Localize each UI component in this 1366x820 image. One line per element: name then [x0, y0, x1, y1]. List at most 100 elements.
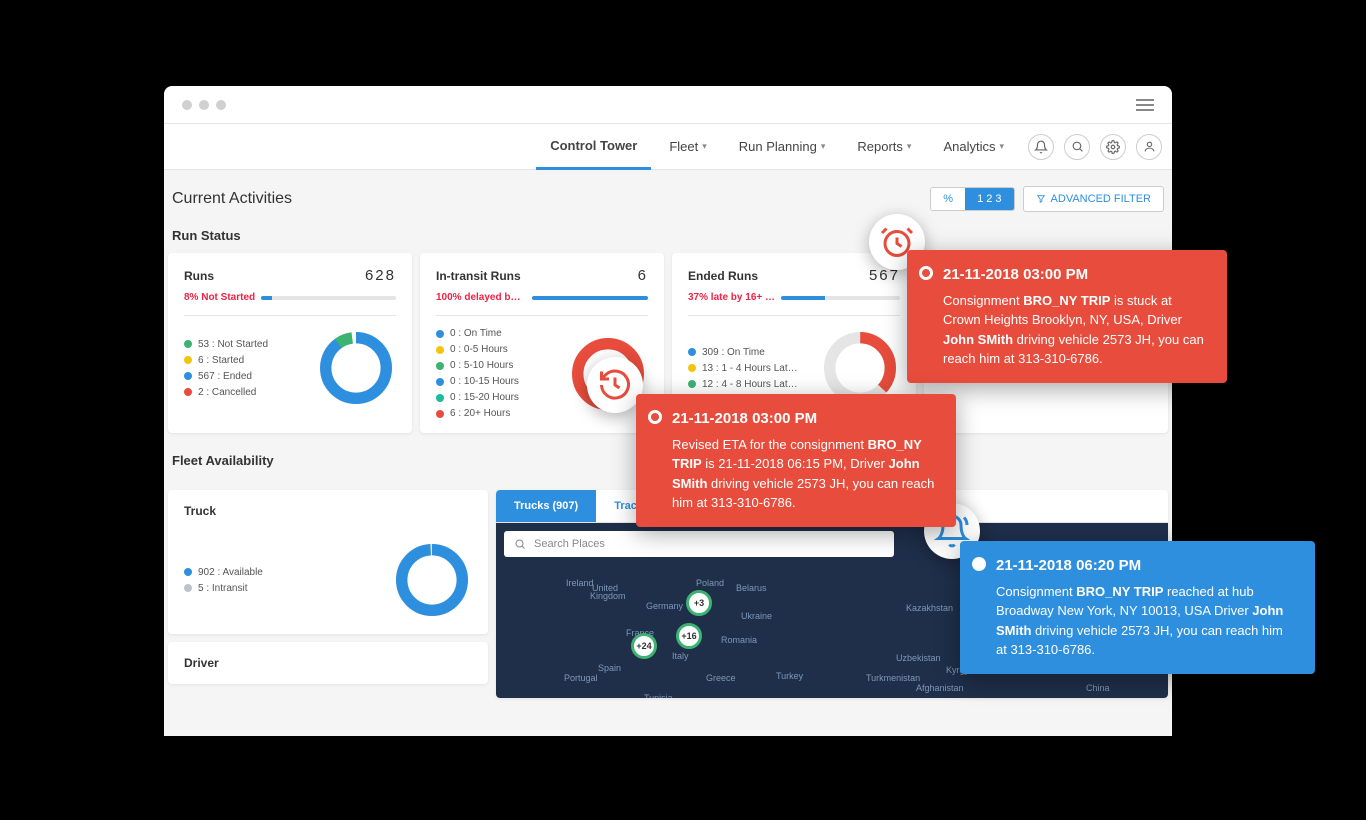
search-icon — [514, 538, 526, 550]
card-count: 628 — [365, 267, 396, 284]
map-cluster-badge[interactable]: +24 — [631, 633, 657, 659]
alert-eta: 21-11-2018 03:00 PM Revised ETA for the … — [636, 394, 956, 527]
zoom-dot[interactable] — [216, 100, 226, 110]
map-country-label: Uzbekistan — [896, 653, 941, 663]
nav-reports[interactable]: Reports▾ — [843, 125, 925, 168]
map-country-label: Tunisia — [644, 693, 673, 698]
legend-item: 0 : On Time — [436, 328, 519, 339]
legend-dot-icon — [688, 348, 696, 356]
search-places[interactable]: Search Places — [504, 531, 894, 557]
progress-label: 100% delayed by … — [436, 292, 526, 303]
legend-text: 309 : On Time — [702, 347, 765, 358]
legend-text: 13 : 1 - 4 Hours Lat… — [702, 363, 798, 374]
legend-dot-icon — [184, 568, 192, 576]
gear-icon[interactable] — [1100, 134, 1126, 160]
alert-stuck: 21-11-2018 03:00 PM Consignment BRO_NY T… — [907, 250, 1227, 383]
legend-item: 2 : Cancelled — [184, 387, 268, 398]
progress-label: 37% late by 16+ … — [688, 292, 775, 303]
legend-dot-icon — [436, 394, 444, 402]
legend-dot-icon — [184, 388, 192, 396]
map-cluster-badge[interactable]: +16 — [676, 623, 702, 649]
map-country-label: China — [1086, 683, 1110, 693]
nav-run-planning[interactable]: Run Planning▾ — [725, 125, 840, 168]
legend-text: 902 : Available — [198, 567, 263, 578]
map-country-label: Ukraine — [741, 611, 772, 621]
legend-dot-icon — [688, 380, 696, 388]
legend-text: 5 : Intransit — [198, 583, 247, 594]
alert-body: Revised ETA for the consignment BRO_NY T… — [672, 435, 938, 513]
traffic-lights — [182, 100, 226, 110]
run-status-title: Run Status — [168, 222, 1168, 253]
driver-card: Driver — [168, 642, 488, 684]
alert-indicator-icon — [919, 266, 933, 280]
legend-item: 0 : 0-5 Hours — [436, 344, 519, 355]
legend-text: 12 : 4 - 8 Hours Lat… — [702, 379, 798, 390]
map-cluster-badge[interactable]: +3 — [686, 590, 712, 616]
bell-icon[interactable] — [1028, 134, 1054, 160]
hamburger-icon[interactable] — [1136, 99, 1154, 111]
legend-item: 6 : Started — [184, 355, 268, 366]
legend-item: 0 : 15-20 Hours — [436, 392, 519, 403]
legend-dot-icon — [436, 410, 444, 418]
truck-card: Truck 902 : Available 5 : Intransit — [168, 490, 488, 634]
map-country-label: Belarus — [736, 583, 767, 593]
map-country-label: Kazakhstan — [906, 603, 953, 613]
legend-dot-icon — [184, 356, 192, 364]
legend-text: 6 : 20+ Hours — [450, 408, 510, 419]
alert-indicator-icon — [648, 410, 662, 424]
legend-item: 13 : 1 - 4 Hours Lat… — [688, 363, 798, 374]
map-country-label: Ireland — [566, 578, 594, 588]
card-title: In-transit Runs — [436, 269, 521, 283]
map-country-label: Greece — [706, 673, 736, 683]
card-title: Ended Runs — [688, 269, 758, 283]
map-country-label: Kingdom — [590, 591, 626, 601]
legend-dot-icon — [184, 584, 192, 592]
advanced-filter-button[interactable]: ADVANCED FILTER — [1023, 186, 1164, 212]
alert-body: Consignment BRO_NY TRIP is stuck at Crow… — [943, 291, 1209, 369]
alert-time: 21-11-2018 03:00 PM — [672, 408, 938, 431]
close-dot[interactable] — [182, 100, 192, 110]
tab-trucks[interactable]: Trucks (907) — [496, 490, 596, 522]
truck-title: Truck — [184, 504, 472, 518]
legend: 309 : On Time 13 : 1 - 4 Hours Lat… 12 : 4… — [688, 347, 798, 390]
toggle-percent[interactable]: % — [931, 188, 965, 210]
truck-donut — [392, 540, 472, 620]
chevron-down-icon: ▾ — [907, 141, 912, 152]
map-country-label: Turkmenistan — [866, 673, 920, 683]
progress-bar — [781, 296, 900, 300]
progress-bar — [532, 296, 648, 300]
legend-item: 0 : 5-10 Hours — [436, 360, 519, 371]
legend-item: 902 : Available — [184, 567, 263, 578]
card-title: Runs — [184, 269, 214, 283]
map-country-label: Turkey — [776, 671, 803, 681]
legend-item: 6 : 20+ Hours — [436, 408, 519, 419]
titlebar — [164, 86, 1172, 124]
minimize-dot[interactable] — [199, 100, 209, 110]
search-icon[interactable] — [1064, 134, 1090, 160]
chevron-down-icon: ▾ — [821, 141, 826, 152]
legend-text: 0 : 10-15 Hours — [450, 376, 519, 387]
nav-control-tower[interactable]: Control Tower — [536, 124, 651, 170]
top-nav: Control Tower Fleet▾ Run Planning▾ Repor… — [164, 124, 1172, 170]
run-card: Runs6288% Not Started53 : Not Started6 :… — [168, 253, 412, 433]
toggle-numbers[interactable]: 1 2 3 — [965, 188, 1013, 210]
legend-dot-icon — [688, 364, 696, 372]
map-country-label: Italy — [672, 651, 689, 661]
alert-time: 21-11-2018 06:20 PM — [996, 555, 1297, 578]
truck-legend: 902 : Available 5 : Intransit — [184, 567, 263, 594]
alert-time: 21-11-2018 03:00 PM — [943, 264, 1209, 287]
map-country-label: Poland — [696, 578, 724, 588]
nav-analytics[interactable]: Analytics▾ — [929, 125, 1018, 168]
card-count: 6 — [638, 267, 648, 284]
map-country-label: Romania — [721, 635, 757, 645]
legend-dot-icon — [184, 340, 192, 348]
legend-text: 0 : 0-5 Hours — [450, 344, 508, 355]
alert-reached: 21-11-2018 06:20 PM Consignment BRO_NY T… — [960, 541, 1315, 674]
user-icon[interactable] — [1136, 134, 1162, 160]
legend: 53 : Not Started6 : Started567 : Ended2 … — [184, 339, 268, 398]
map-country-label: Portugal — [564, 673, 598, 683]
driver-title: Driver — [184, 656, 472, 670]
nav-fleet[interactable]: Fleet▾ — [655, 125, 720, 168]
search-placeholder: Search Places — [534, 538, 605, 550]
history-alert-icon — [587, 357, 643, 413]
